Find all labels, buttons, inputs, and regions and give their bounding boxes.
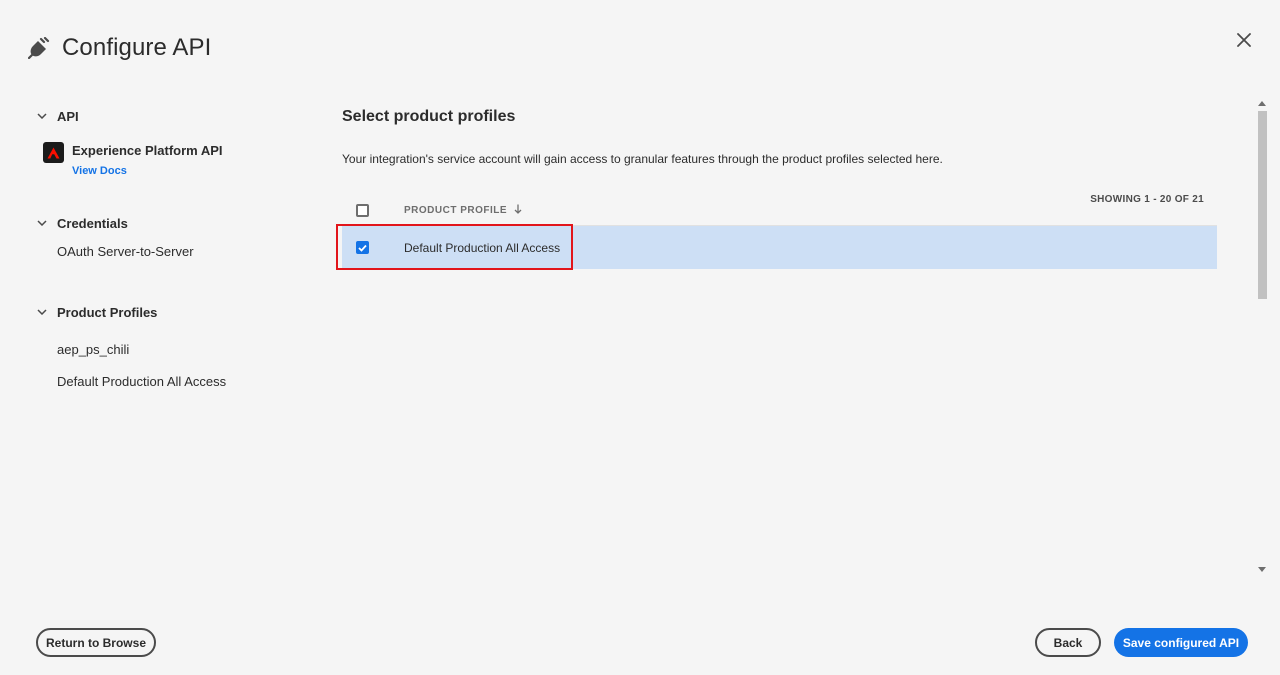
page-title: Configure API xyxy=(62,34,212,61)
chevron-down-icon[interactable] xyxy=(36,110,48,122)
left-nav: API Experience Platform API View Docs Cr… xyxy=(36,105,296,389)
nav-section-api: API Experience Platform API View Docs xyxy=(36,105,296,179)
nav-section-product-profiles: Product Profiles aep_ps_chili Default Pr… xyxy=(36,301,226,389)
section-heading: Select product profiles xyxy=(342,108,516,125)
adobe-logo-icon xyxy=(43,142,64,163)
scroll-up-arrow-icon[interactable] xyxy=(1256,97,1268,109)
product-profile-table: PRODUCT PROFILE Default Production All A… xyxy=(342,196,1217,269)
save-configured-api-button[interactable]: Save configured API xyxy=(1114,628,1248,657)
api-name: Experience Platform API xyxy=(72,143,223,158)
nav-item-oauth[interactable]: OAuth Server-to-Server xyxy=(57,244,194,259)
row-checkbox[interactable] xyxy=(356,241,369,254)
nav-toggle-credentials[interactable]: Credentials xyxy=(36,212,194,234)
column-header-product-profile[interactable]: PRODUCT PROFILE xyxy=(404,204,522,217)
section-description: Your integration's service account will … xyxy=(342,152,943,166)
chevron-down-icon[interactable] xyxy=(36,306,48,318)
sort-arrow-down-icon[interactable] xyxy=(514,204,522,217)
table-header: PRODUCT PROFILE xyxy=(342,196,1217,226)
nav-toggle-product-profiles[interactable]: Product Profiles xyxy=(36,301,226,323)
scrollbar[interactable] xyxy=(1256,97,1268,575)
nav-item-profile[interactable]: aep_ps_chili xyxy=(57,342,226,357)
main-panel: Select product profiles Your integration… xyxy=(342,108,1217,166)
view-docs-link[interactable]: View Docs xyxy=(72,163,223,179)
nav-heading-api: API xyxy=(57,108,79,124)
close-icon[interactable] xyxy=(1237,33,1251,47)
row-profile-name: Default Production All Access xyxy=(404,240,561,255)
select-all-checkbox[interactable] xyxy=(356,204,369,217)
return-to-browse-button[interactable]: Return to Browse xyxy=(36,628,156,657)
api-entry: Experience Platform API View Docs xyxy=(43,142,296,179)
nav-item-profile[interactable]: Default Production All Access xyxy=(57,374,226,389)
nav-toggle-api[interactable]: API xyxy=(36,105,296,127)
close-button[interactable] xyxy=(1234,30,1254,50)
scrollbar-thumb[interactable] xyxy=(1258,111,1267,299)
table-row[interactable]: Default Production All Access xyxy=(342,226,1217,269)
back-button[interactable]: Back xyxy=(1035,628,1101,657)
plug-icon xyxy=(28,35,52,61)
nav-section-credentials: Credentials OAuth Server-to-Server xyxy=(36,212,194,259)
checkmark-icon xyxy=(358,244,367,252)
dialog-header: Configure API xyxy=(28,34,211,62)
nav-heading-credentials: Credentials xyxy=(57,215,128,231)
scroll-down-arrow-icon[interactable] xyxy=(1256,563,1268,575)
nav-heading-product-profiles: Product Profiles xyxy=(57,304,158,320)
column-header-label: PRODUCT PROFILE xyxy=(404,205,508,216)
chevron-down-icon[interactable] xyxy=(36,217,48,229)
